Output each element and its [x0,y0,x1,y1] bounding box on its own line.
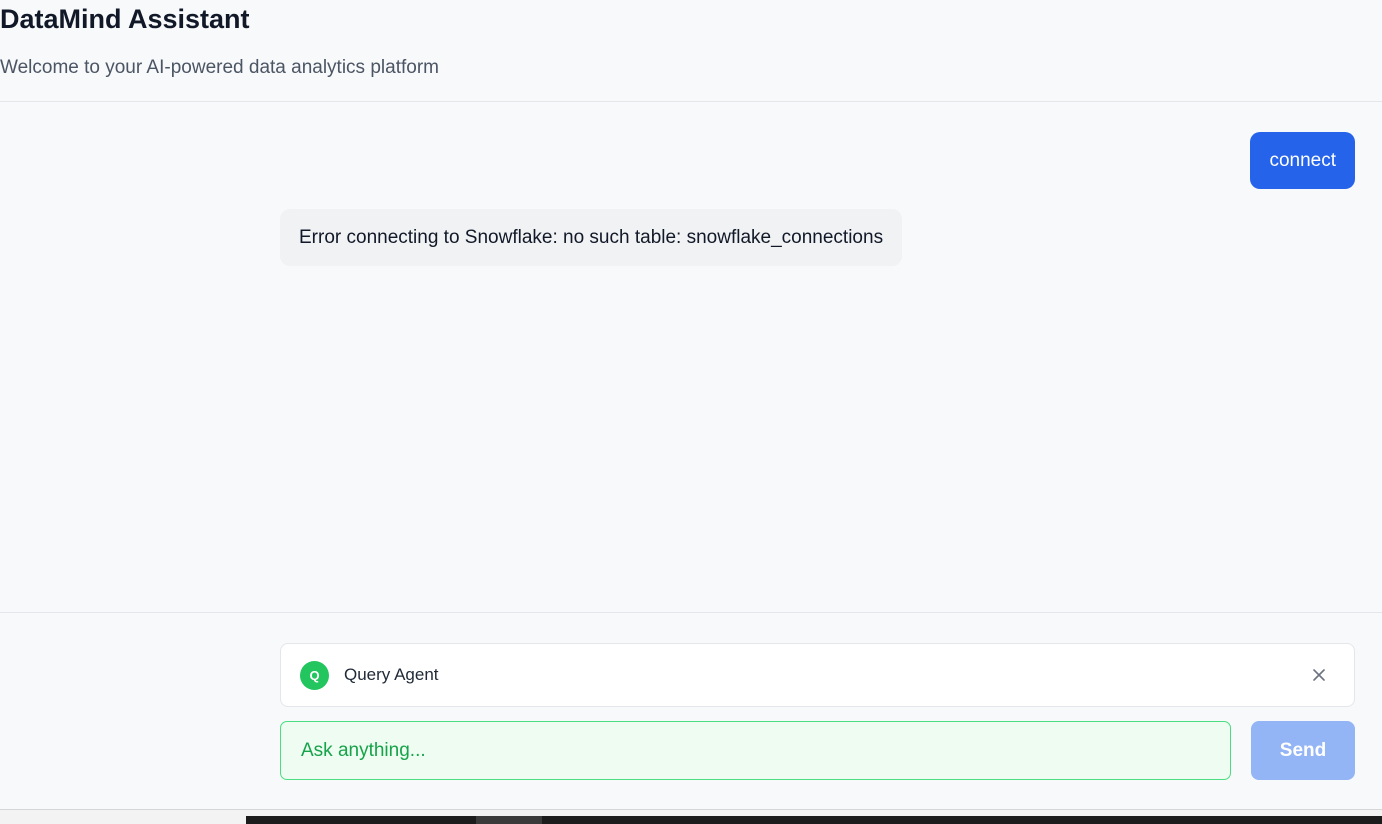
send-button[interactable]: Send [1251,721,1355,780]
selected-agent-chip: Q Query Agent [280,643,1355,707]
app: DataMind Assistant Welcome to your AI-po… [0,0,1382,824]
page-title: DataMind Assistant [0,4,250,34]
page-header: DataMind Assistant Welcome to your AI-po… [0,0,1382,102]
user-message: connect [1250,132,1355,189]
agent-name: Query Agent [344,665,439,684]
taskbar [0,809,1382,824]
close-icon[interactable] [1308,664,1330,686]
close-icon-svg [1313,669,1325,681]
composer: Q Query Agent Send [0,612,1382,809]
taskbar-item[interactable] [476,816,542,824]
agent-avatar: Q [300,661,329,690]
page-subtitle: Welcome to your AI-powered data analytic… [0,57,439,78]
taskbar-strip [246,816,1382,824]
message-input[interactable] [280,721,1231,780]
assistant-message: Error connecting to Snowflake: no such t… [280,209,903,266]
chat-area: connect Error connecting to Snowflake: n… [0,103,1382,612]
